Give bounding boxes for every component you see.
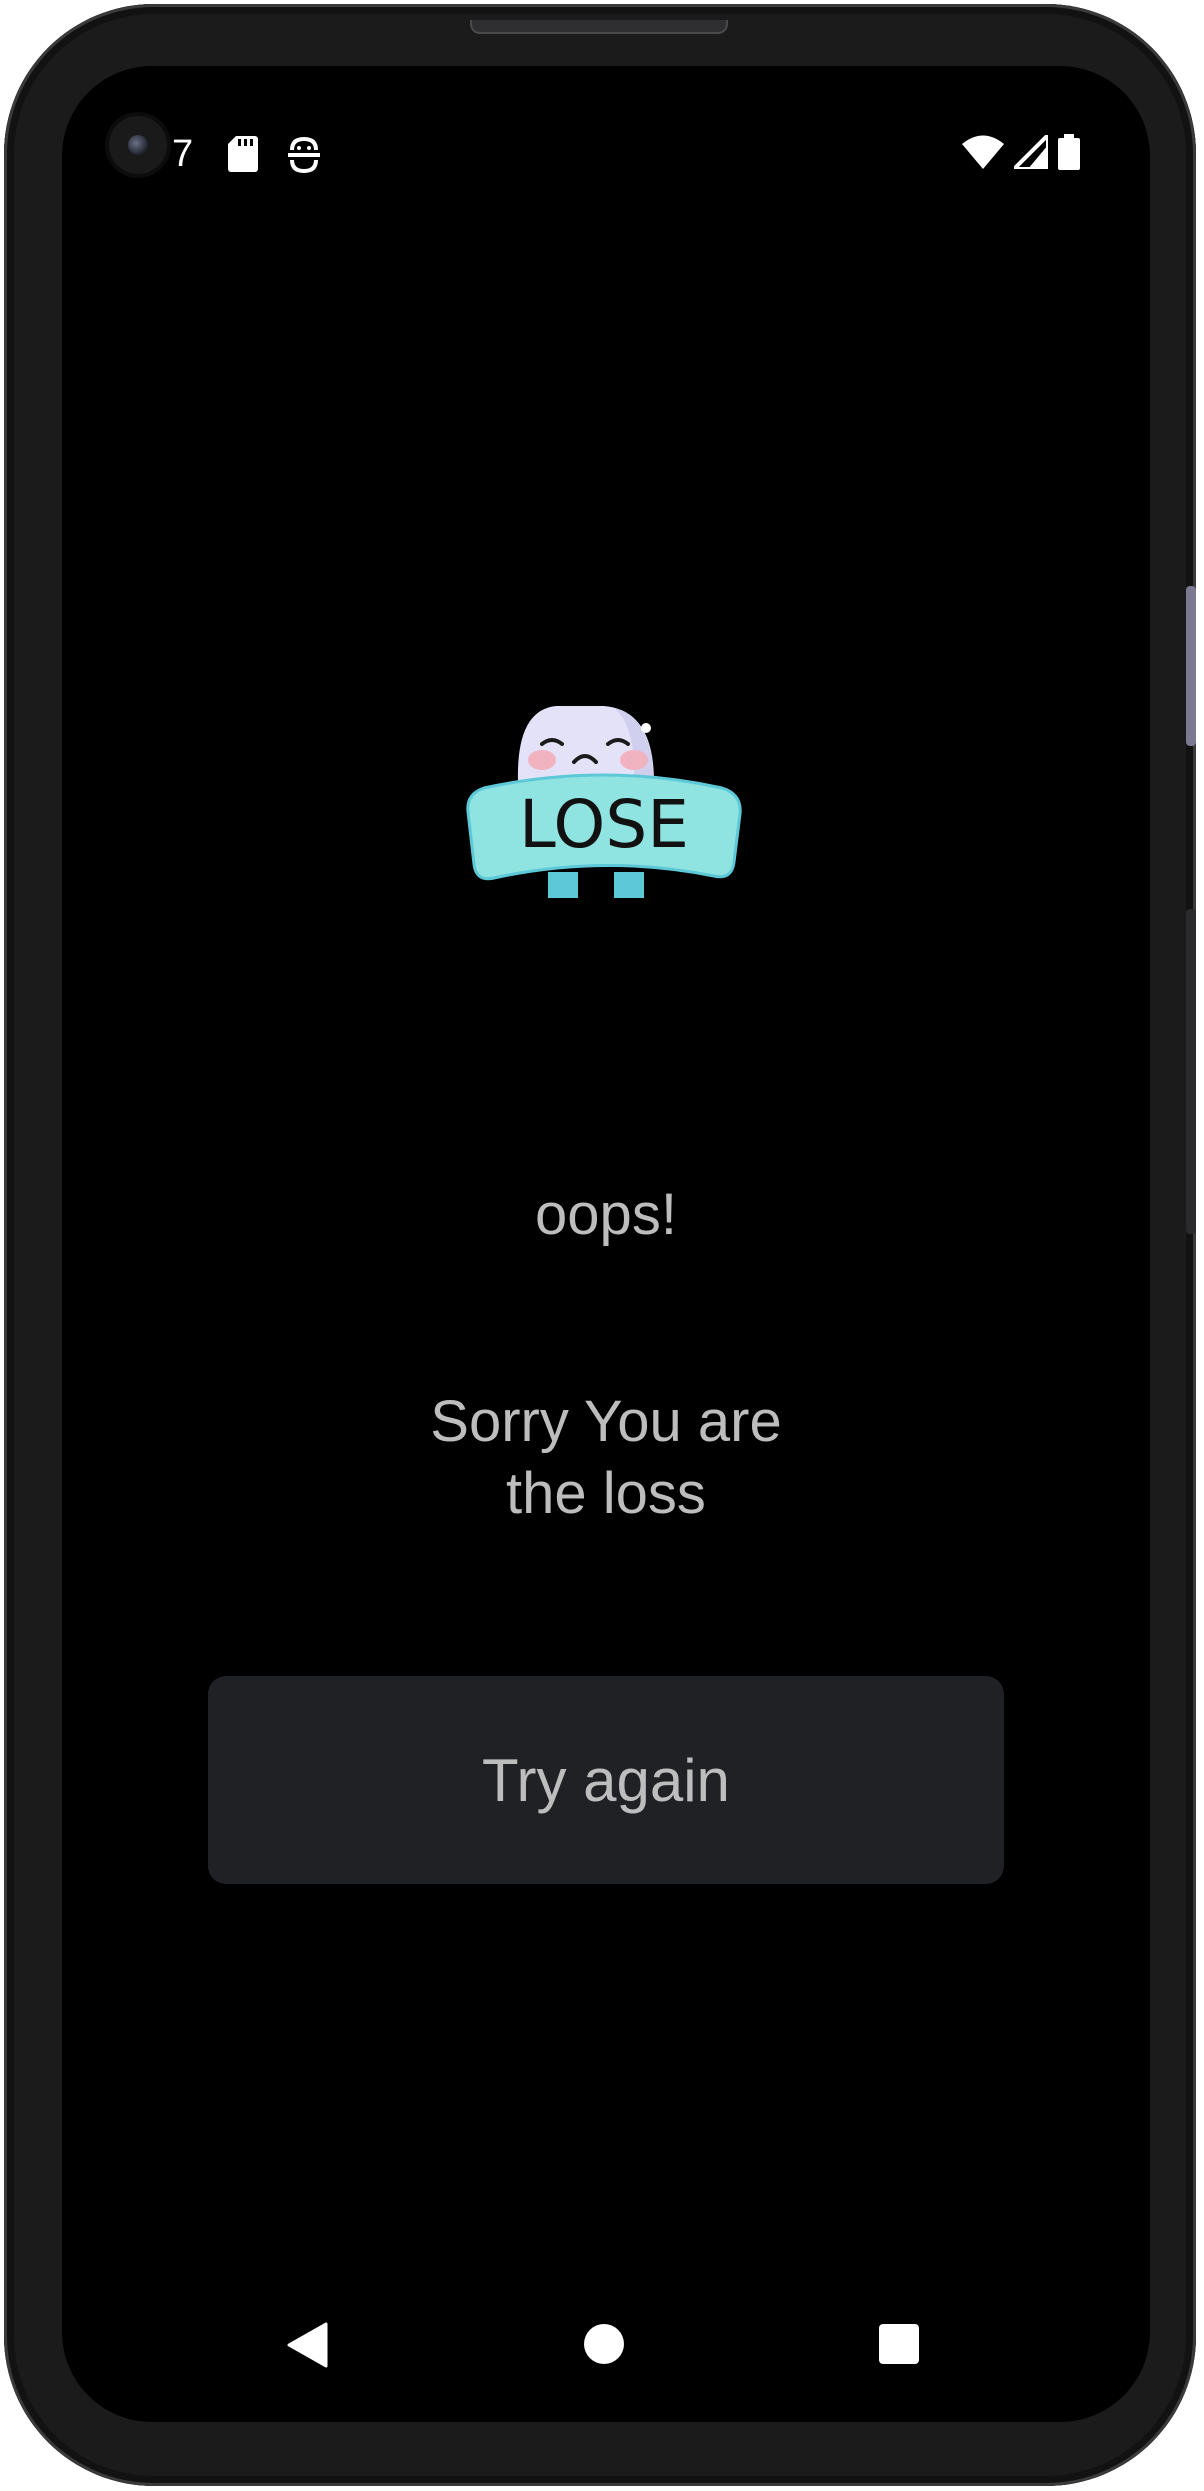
volume-button bbox=[1186, 586, 1196, 746]
result-message-line-1: Sorry You are bbox=[430, 1389, 782, 1454]
earpiece-speaker bbox=[470, 20, 728, 34]
home-icon[interactable] bbox=[584, 2324, 624, 2364]
result-title: oops! bbox=[535, 1182, 677, 1247]
screen: 7 LOSE oops! Sorry You are the loss Try … bbox=[62, 66, 1150, 2422]
power-button bbox=[1186, 909, 1196, 1234]
back-icon[interactable] bbox=[286, 2322, 330, 2368]
lose-mascot-icon: LOSE bbox=[466, 706, 742, 898]
lose-sign-text: LOSE bbox=[519, 786, 689, 863]
phone-frame: 7 LOSE oops! Sorry You are the loss Try … bbox=[4, 4, 1196, 2486]
recents-icon[interactable] bbox=[879, 2324, 919, 2364]
navigation-bar bbox=[62, 2316, 1150, 2376]
result-message-line-2: the loss bbox=[506, 1461, 706, 1526]
try-again-button[interactable]: Try again bbox=[208, 1676, 1004, 1884]
result-screen: LOSE oops! Sorry You are the loss Try ag… bbox=[62, 66, 1150, 2422]
result-message: Sorry You are the loss bbox=[62, 1386, 1150, 1530]
